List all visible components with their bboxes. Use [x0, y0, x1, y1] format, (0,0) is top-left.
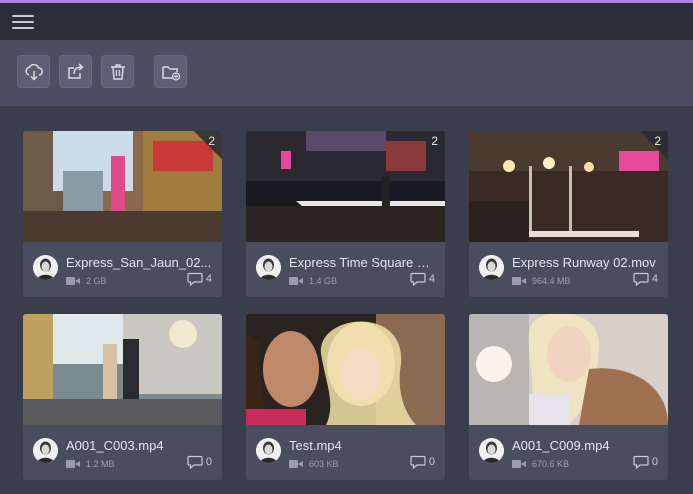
cloud-download-icon [24, 63, 43, 81]
comment-icon [187, 272, 203, 286]
comments-link[interactable]: 4 [633, 272, 658, 286]
video-camera-icon [512, 276, 526, 286]
comment-icon [633, 272, 649, 286]
file-name: Express Time Square G... [289, 255, 437, 270]
download-button[interactable] [17, 55, 50, 88]
comment-count: 4 [651, 273, 658, 285]
video-camera-icon [289, 276, 303, 286]
media-grid: 2 Express_San_Jaun_02... 2 GB 4 2 Expres… [0, 106, 693, 494]
avatar [33, 255, 58, 280]
version-count-badge [640, 314, 668, 342]
version-count-badge: 2 [640, 131, 668, 159]
share-export-icon [67, 62, 84, 79]
media-card[interactable]: Test.mp4 603 KB 0 [246, 314, 445, 480]
file-name: A001_C003.mp4 [66, 438, 164, 453]
hamburger-menu-icon[interactable] [12, 11, 34, 31]
comments-link[interactable]: 4 [410, 272, 435, 286]
media-card[interactable]: A001_C009.mp4 670.6 KB 0 [469, 314, 668, 480]
file-size: 964.4 MB [532, 276, 571, 286]
version-count-badge [417, 314, 445, 342]
avatar [479, 438, 504, 463]
video-camera-icon [512, 459, 526, 469]
trash-icon [110, 63, 125, 80]
delete-button[interactable] [101, 55, 134, 88]
video-thumbnail: 2 [23, 131, 222, 242]
version-count-badge: 2 [194, 131, 222, 159]
file-name: Test.mp4 [289, 438, 342, 453]
video-camera-icon [289, 459, 303, 469]
media-card[interactable]: A001_C003.mp4 1.2 MB 0 [23, 314, 222, 480]
top-bar [0, 3, 693, 40]
file-name: Express Runway 02.mov [512, 255, 656, 270]
file-size: 2 GB [86, 276, 107, 286]
file-name: A001_C009.mp4 [512, 438, 610, 453]
comment-icon [633, 455, 649, 469]
share-button[interactable] [59, 55, 92, 88]
comment-icon [410, 272, 426, 286]
video-thumbnail [469, 314, 668, 425]
video-thumbnail [23, 314, 222, 425]
version-count-badge [194, 314, 222, 342]
comment-count: 0 [205, 456, 212, 468]
toolbar [0, 40, 693, 106]
comment-icon [187, 455, 203, 469]
file-size: 1.2 MB [86, 459, 115, 469]
media-card[interactable]: 2 Express_San_Jaun_02... 2 GB 4 [23, 131, 222, 297]
comment-count: 0 [428, 456, 435, 468]
comment-count: 4 [205, 273, 212, 285]
comment-count: 4 [428, 273, 435, 285]
video-thumbnail: 2 [469, 131, 668, 242]
comment-icon [410, 455, 426, 469]
file-size: 1.4 GB [309, 276, 338, 286]
comment-count: 0 [651, 456, 658, 468]
avatar [256, 438, 281, 463]
video-camera-icon [66, 459, 80, 469]
video-thumbnail [246, 314, 445, 425]
comments-link[interactable]: 0 [633, 455, 658, 469]
comments-link[interactable]: 4 [187, 272, 212, 286]
file-size: 670.6 KB [532, 459, 570, 469]
video-camera-icon [66, 276, 80, 286]
media-card[interactable]: 2 Express Time Square G... 1.4 GB 4 [246, 131, 445, 297]
file-size: 603 KB [309, 459, 339, 469]
version-count-badge: 2 [417, 131, 445, 159]
video-thumbnail: 2 [246, 131, 445, 242]
file-name: Express_San_Jaun_02... [66, 255, 212, 270]
media-card[interactable]: 2 Express Runway 02.mov 964.4 MB 4 [469, 131, 668, 297]
avatar [256, 255, 281, 280]
folder-add-icon [161, 65, 180, 81]
new-folder-button[interactable] [154, 55, 187, 88]
avatar [33, 438, 58, 463]
avatar [479, 255, 504, 280]
comments-link[interactable]: 0 [187, 455, 212, 469]
comments-link[interactable]: 0 [410, 455, 435, 469]
